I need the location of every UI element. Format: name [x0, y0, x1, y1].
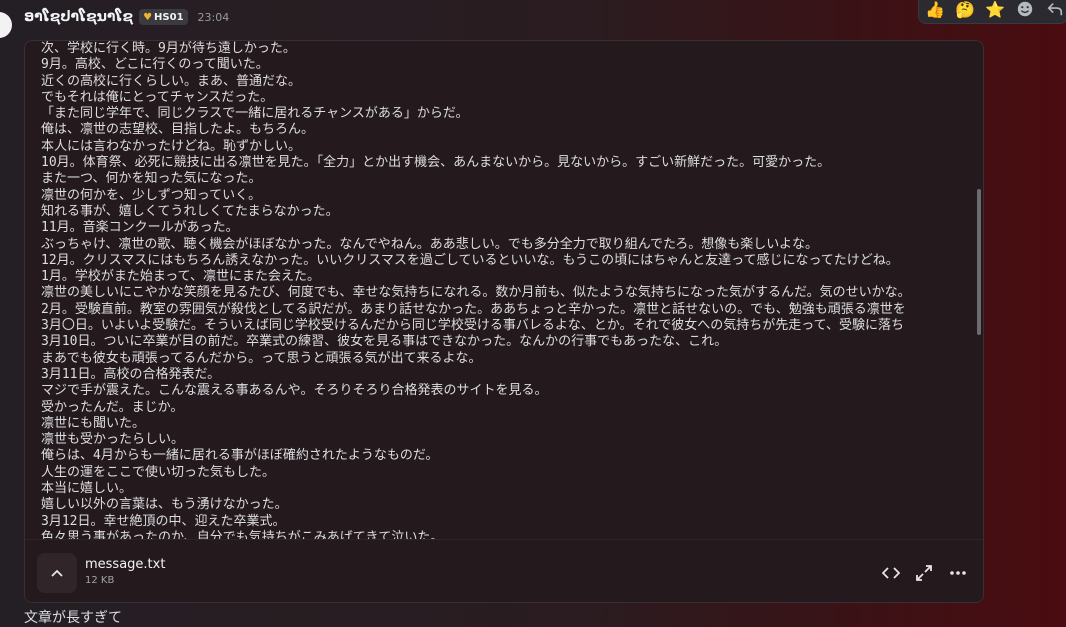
text-line: ぶっちゃけ、凛世の歌、聴く機会がほぼなかった。なんでやねん。ああ悲しい。でも多分…	[41, 236, 819, 252]
attachment-footer: message.txt 12 KB	[25, 539, 983, 602]
text-line: 俺らは、4月からも一緒に居れる事がほぼ確約されたようなものだ。	[41, 448, 439, 464]
text-line: 9月。高校、どこに行くのって聞いた。	[41, 57, 269, 73]
text-attachment: 次、学校に行く時。9月が待ち遠しかった。 9月。高校、どこに行くのって聞いた。 近く…	[24, 40, 984, 603]
file-size: 12 KB	[85, 575, 115, 586]
text-line: また一つ、何かを知った気になった。	[41, 171, 262, 187]
reaction-thinking[interactable]: 🤔	[955, 0, 975, 19]
chevron-up-icon	[51, 569, 63, 577]
code-view-icon[interactable]	[880, 562, 902, 584]
text-line: 11月。音楽コンクールがあった。	[41, 220, 239, 236]
more-options-icon[interactable]	[947, 562, 969, 584]
text-line: 凛世の何かを、少しずつ知っていく。	[41, 187, 262, 203]
text-line: マジで手が震えた。こんな震える事あるんや。そろりそろり合格発表のサイトを見る。	[41, 383, 548, 399]
text-line: 知れる事が、嬉しくてうれしくてたまらなかった。	[41, 203, 339, 219]
text-line: 次、学校に行く時。9月が待ち遠しかった。	[41, 41, 296, 56]
server-tag[interactable]: ♥ HS01	[139, 9, 188, 25]
timestamp: 23:04	[197, 10, 230, 24]
next-message-text: 文章が長すぎて	[24, 610, 122, 626]
collapse-button[interactable]	[37, 553, 77, 593]
heart-icon: ♥	[143, 11, 153, 23]
text-line: 人生の運をここで使い切った気もした。	[41, 464, 276, 480]
text-line: 色々思う事があったのか、自分でも気持ちがこみあげてきて泣いた。	[41, 529, 444, 539]
text-line: 10月。体育祭、必死に競技に出る凛世を見た。「全力」とか出す機会、あんまないから…	[41, 155, 831, 171]
text-line: 3月10日。ついに卒業が目の前だ。卒業式の練習、彼女を見る事はできなかった。なん…	[41, 334, 728, 350]
text-line: でもそれは俺にとってチャンスだった。	[41, 89, 274, 105]
attachment-preview[interactable]: 次、学校に行く時。9月が待ち遠しかった。 9月。高校、どこに行くのって聞いた。 近く…	[41, 41, 981, 539]
message-toolbar: 👍 🤔 ⭐	[918, 0, 1066, 24]
message-header: ອາໂຊປາໂຊນາໂຊ ♥ HS01 23:04	[24, 5, 229, 29]
reply-icon[interactable]	[1045, 0, 1065, 19]
scrollbar-thumb[interactable]	[977, 189, 981, 335]
text-line: 2月。受験直前。教室の雰囲気が殺伐としてる訳だが。あまり話せなかった。ああちょっ…	[41, 301, 906, 317]
text-line: 3月〇日。いよいよ受験だ。そういえば同じ学校受けるんだから同じ学校受ける事バレる…	[41, 318, 904, 334]
avatar[interactable]	[0, 12, 12, 38]
text-line: 俺は、凛世の志望校、目指したよ。もちろん。	[41, 122, 315, 138]
add-reaction-icon[interactable]	[1015, 0, 1035, 19]
text-line: 本当に嬉しい。	[41, 481, 133, 497]
file-name[interactable]: message.txt	[85, 557, 165, 572]
text-line: 「また同じ学年で、同じクラスで一緒に居れるチャンスがある」からだ。	[41, 106, 469, 122]
text-line: 近くの高校に行くらしい。まあ、普通だな。	[41, 73, 302, 89]
text-line: 3月12日。幸せ絶頂の中、迎えた卒業式。	[41, 513, 286, 529]
text-line: 受かったんだ。まじか。	[41, 399, 184, 415]
text-line: 12月。クリスマスにはもちろん誘えなかった。いいクリスマスを過ごしているといいな…	[41, 252, 899, 268]
text-line: 1月。学校がまた始まって、凛世にまた会えた。	[41, 269, 321, 285]
text-line: 嬉しい以外の言葉は、もう湧けなかった。	[41, 497, 288, 513]
text-line: まあでも彼女も頑張ってるんだから。って思うと頑張る気が出て来るよな。	[41, 350, 482, 366]
text-line: 凛世の美しいにこやかな笑顔を見るたび、何度でも、幸せな気持ちになれる。数か月前も…	[41, 285, 911, 301]
reaction-thumbs-up[interactable]: 👍	[925, 0, 945, 19]
reaction-star[interactable]: ⭐	[985, 0, 1005, 19]
text-line: 凛世にも聞いた。	[41, 415, 146, 431]
username[interactable]: ອາໂຊປາໂຊນາໂຊ	[24, 9, 133, 25]
text-line: 本人には言わなかったけどね。恥ずかしい。	[41, 138, 302, 154]
text-line: 凛世も受かったらしい。	[41, 432, 185, 448]
text-line: 3月11日。高校の合格発表だ。	[41, 366, 221, 382]
server-tag-label: HS01	[154, 11, 184, 23]
expand-icon[interactable]	[913, 562, 935, 584]
